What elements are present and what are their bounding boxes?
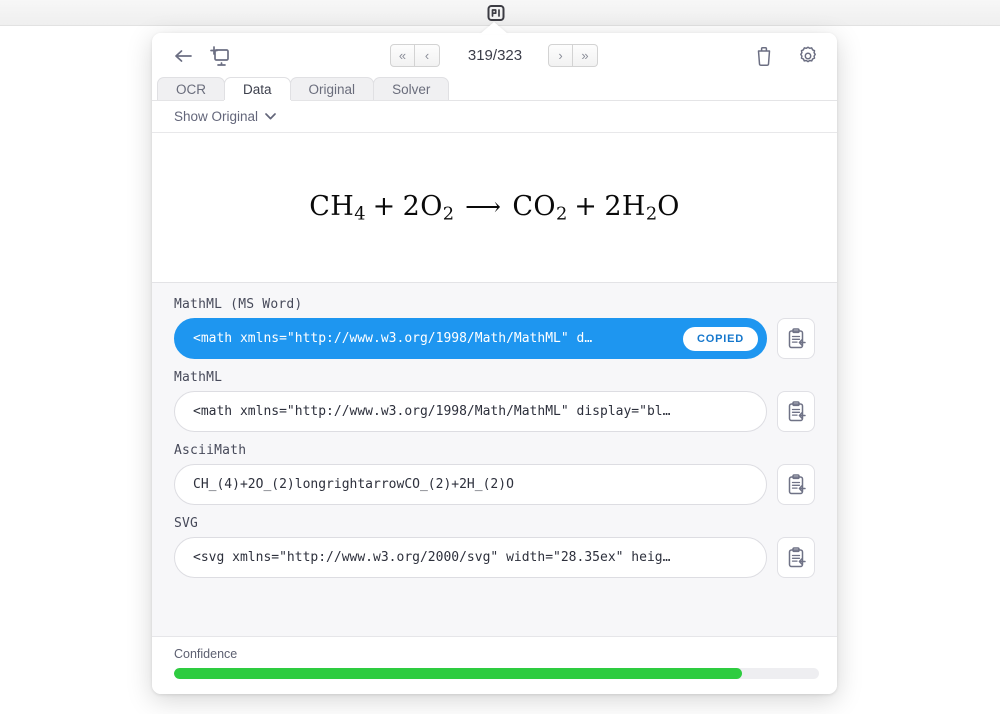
formula-h-coeff: 2H — [604, 190, 646, 222]
nav-next-group: › » — [548, 44, 598, 67]
field-value: <math xmlns="http://www.w3.org/1998/Math… — [193, 331, 593, 346]
formula-plus-2: + — [574, 190, 598, 222]
confidence-label: Confidence — [174, 647, 238, 661]
field-value: CH_(4)+2O_(2)longrightarrowCO_(2)+2H_(2)… — [193, 477, 514, 492]
nav-prev-group: « ‹ — [390, 44, 440, 67]
field-row: <math xmlns="http://www.w3.org/1998/Math… — [174, 391, 815, 432]
formula-o-coeff: 2O — [402, 190, 443, 222]
formula-co-sub: 2 — [555, 203, 568, 225]
formula-preview-area: CH4 +2O2 ⟶ CO2 +2H2O — [152, 133, 837, 283]
confidence-section: Confidence — [152, 636, 837, 694]
show-original-label: Show Original — [174, 109, 259, 124]
field-value-box[interactable]: <svg xmlns="http://www.w3.org/2000/svg" … — [174, 537, 767, 578]
field-value-box[interactable]: CH_(4)+2O_(2)longrightarrowCO_(2)+2H_(2)… — [174, 464, 767, 505]
field-value: <svg xmlns="http://www.w3.org/2000/svg" … — [193, 550, 671, 565]
back-arrow-icon[interactable] — [168, 41, 198, 71]
confidence-fill — [174, 668, 742, 679]
field-row: <svg xmlns="http://www.w3.org/2000/svg" … — [174, 537, 815, 578]
tab-solver[interactable]: Solver — [373, 77, 450, 100]
rendered-formula: CH4 +2O2 ⟶ CO2 +2H2O — [309, 191, 680, 224]
formula-arrow: ⟶ — [465, 191, 502, 221]
formula-o-end: O — [657, 190, 680, 222]
field-value-box[interactable]: <math xmlns="http://www.w3.org/1998/Math… — [174, 318, 767, 359]
formula-o-sub: 2 — [442, 203, 455, 225]
popover-pointer — [480, 22, 508, 34]
field-mathml-ms-word: MathML (MS Word) <math xmlns="http://www… — [174, 297, 815, 359]
formula-ch-sub: 4 — [354, 203, 366, 225]
field-label: MathML (MS Word) — [174, 297, 303, 312]
formula-co: CO — [512, 190, 556, 222]
trash-icon[interactable] — [749, 41, 779, 71]
tab-original[interactable]: Original — [289, 77, 375, 100]
copy-to-clipboard-icon[interactable] — [777, 464, 815, 505]
first-page-button[interactable]: « — [390, 44, 415, 67]
toolbar: « ‹ 319/323 › » — [152, 33, 837, 78]
mathpix-snip-icon[interactable] — [485, 2, 507, 24]
results-list: MathML (MS Word) <math xmlns="http://www… — [152, 283, 837, 636]
field-label: AsciiMath — [174, 443, 247, 458]
show-original-toggle[interactable]: Show Original — [174, 109, 276, 124]
field-asciimath: AsciiMath CH_(4)+2O_(2)longrightarrowCO_… — [174, 443, 815, 505]
snip-popover-panel: « ‹ 319/323 › » OCR Data Original Solver… — [152, 33, 837, 694]
tab-bar: OCR Data Original Solver — [152, 77, 837, 101]
field-value: <math xmlns="http://www.w3.org/1998/Math… — [193, 404, 671, 419]
field-label: MathML — [174, 370, 223, 385]
toolbar-right-actions — [749, 41, 823, 71]
formula-h-sub: 2 — [645, 203, 658, 225]
field-value-box[interactable]: <math xmlns="http://www.w3.org/1998/Math… — [174, 391, 767, 432]
copy-to-clipboard-icon[interactable] — [777, 318, 815, 359]
copy-to-clipboard-icon[interactable] — [777, 537, 815, 578]
show-original-row: Show Original — [152, 101, 837, 133]
last-page-button[interactable]: » — [573, 44, 598, 67]
field-label: SVG — [174, 516, 199, 531]
new-snip-icon[interactable] — [206, 41, 236, 71]
formula-ch: CH — [309, 190, 355, 222]
prev-page-button[interactable]: ‹ — [415, 44, 440, 67]
tab-ocr[interactable]: OCR — [157, 77, 225, 100]
page-counter: 319/323 — [467, 47, 523, 64]
chevron-down-icon — [265, 113, 276, 120]
field-row: CH_(4)+2O_(2)longrightarrowCO_(2)+2H_(2)… — [174, 464, 815, 505]
formula-plus-1: + — [372, 190, 396, 222]
field-row: <math xmlns="http://www.w3.org/1998/Math… — [174, 318, 815, 359]
gear-icon[interactable] — [793, 41, 823, 71]
copied-badge: COPIED — [683, 326, 758, 351]
field-svg: SVG <svg xmlns="http://www.w3.org/2000/s… — [174, 516, 815, 578]
copy-to-clipboard-icon[interactable] — [777, 391, 815, 432]
field-mathml: MathML <math xmlns="http://www.w3.org/19… — [174, 370, 815, 432]
next-page-button[interactable]: › — [548, 44, 573, 67]
confidence-track — [174, 668, 819, 679]
tab-data[interactable]: Data — [224, 77, 291, 100]
